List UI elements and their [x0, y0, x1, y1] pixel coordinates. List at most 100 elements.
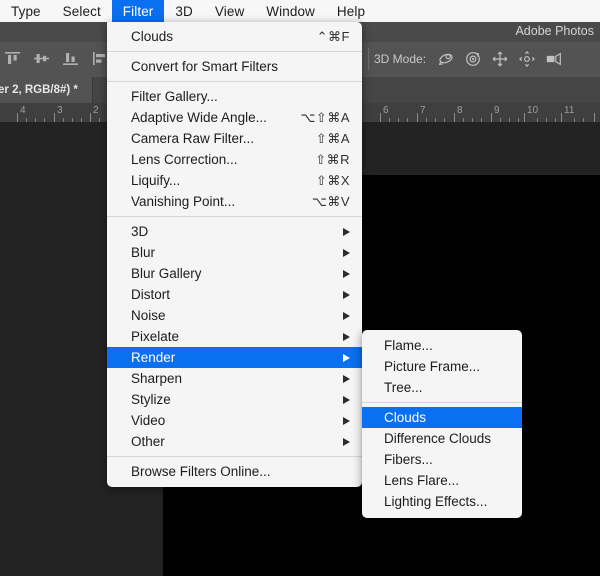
ruler-number: 7 — [420, 105, 426, 116]
menubar-item-filter[interactable]: Filter — [111, 0, 165, 22]
ruler-number: 2 — [93, 105, 99, 116]
menu-item-label: Lighting Effects... — [384, 494, 488, 509]
menubar-item-3d[interactable]: 3D — [164, 0, 203, 22]
chevron-right-icon — [343, 374, 350, 383]
menu-item-shortcut: ⌥⌘V — [311, 193, 350, 209]
menu-item-stylize[interactable]: Stylize — [107, 389, 362, 410]
menu-item-label: Distort — [131, 287, 171, 302]
align-vertical-centers-icon[interactable] — [33, 50, 50, 67]
submenu-item-tree[interactable]: Tree... — [362, 377, 522, 398]
menu-bar: Type Select Filter 3D View Window Help — [0, 0, 600, 22]
distribute-left-edges-icon[interactable] — [91, 50, 108, 67]
menu-item-3d[interactable]: 3D — [107, 221, 362, 242]
menu-item-label: Render — [131, 350, 176, 365]
menubar-item-view[interactable]: View — [204, 0, 255, 22]
slide-3d-icon[interactable] — [518, 50, 536, 68]
menu-item-label: Fibers... — [384, 452, 433, 467]
menu-item-label: Tree... — [384, 380, 423, 395]
menu-item-shortcut: ⌥⇧⌘A — [300, 109, 350, 125]
menubar-item-select[interactable]: Select — [52, 0, 112, 22]
chevron-right-icon — [343, 332, 350, 341]
menu-item-camera-raw-filter[interactable]: Camera Raw Filter... ⇧⌘A — [107, 128, 362, 149]
menu-item-label: Clouds — [131, 29, 174, 44]
menu-item-label: Flame... — [384, 338, 433, 353]
align-top-edges-icon[interactable] — [4, 50, 21, 67]
submenu-item-flame[interactable]: Flame... — [362, 335, 522, 356]
roll-3d-icon[interactable] — [464, 50, 482, 68]
chevron-right-icon — [343, 227, 350, 236]
menu-item-label: Lens Correction... — [131, 152, 238, 167]
menu-item-filter-gallery[interactable]: Filter Gallery... — [107, 86, 362, 107]
ruler-number: 8 — [457, 105, 463, 116]
menu-item-distort[interactable]: Distort — [107, 284, 362, 305]
menu-item-label: Picture Frame... — [384, 359, 481, 374]
menu-item-label: Pixelate — [131, 329, 180, 344]
3d-mode-label: 3D Mode: — [374, 52, 427, 66]
chevron-right-icon — [343, 290, 350, 299]
menu-item-label: Stylize — [131, 392, 171, 407]
menu-item-lens-correction[interactable]: Lens Correction... ⇧⌘R — [107, 149, 362, 170]
menu-separator — [107, 51, 362, 52]
submenu-item-difference-clouds[interactable]: Difference Clouds — [362, 428, 522, 449]
menu-item-noise[interactable]: Noise — [107, 305, 362, 326]
align-bottom-edges-icon[interactable] — [62, 50, 79, 67]
filter-menu-group: Convert for Smart Filters — [107, 56, 362, 77]
document-tab[interactable]: er 2, RGB/8#) * — [0, 77, 93, 103]
chevron-right-icon — [343, 416, 350, 425]
chevron-right-icon — [343, 437, 350, 446]
render-submenu-group: Flame... Picture Frame... Tree... — [362, 335, 522, 398]
menubar-item-type[interactable]: Type — [0, 0, 52, 22]
pan-3d-icon[interactable] — [491, 50, 509, 68]
ruler-number: 10 — [527, 105, 539, 116]
menu-item-other[interactable]: Other — [107, 431, 362, 452]
filter-dropdown-menu: Clouds ⌃⌘F Convert for Smart Filters Fil… — [107, 22, 362, 487]
zoom-camera-3d-icon[interactable] — [545, 50, 563, 68]
menu-item-label: Lens Flare... — [384, 473, 460, 488]
menu-separator — [362, 402, 522, 403]
menu-item-blur[interactable]: Blur — [107, 242, 362, 263]
menu-item-shortcut: ⌃⌘F — [316, 28, 350, 44]
options-divider-right — [368, 48, 369, 70]
menu-item-label: Difference Clouds — [384, 431, 492, 446]
menu-separator — [107, 216, 362, 217]
chevron-right-icon — [343, 311, 350, 320]
submenu-item-clouds[interactable]: Clouds — [362, 407, 522, 428]
menu-item-shortcut: ⇧⌘X — [315, 172, 350, 188]
menu-item-label: Blur — [131, 245, 156, 260]
menu-item-label: Video — [131, 413, 166, 428]
ruler-number: 3 — [57, 105, 63, 116]
menu-item-convert-for-smart-filters[interactable]: Convert for Smart Filters — [107, 56, 362, 77]
submenu-item-lighting-effects[interactable]: Lighting Effects... — [362, 491, 522, 512]
menu-item-sharpen[interactable]: Sharpen — [107, 368, 362, 389]
render-submenu: Flame... Picture Frame... Tree... Clouds… — [362, 330, 522, 518]
menu-item-pixelate[interactable]: Pixelate — [107, 326, 362, 347]
menu-item-liquify[interactable]: Liquify... ⇧⌘X — [107, 170, 362, 191]
ruler-number: 6 — [383, 105, 389, 116]
menubar-item-window[interactable]: Window — [255, 0, 326, 22]
menu-item-video[interactable]: Video — [107, 410, 362, 431]
menubar-item-help[interactable]: Help — [326, 0, 376, 22]
submenu-item-lens-flare[interactable]: Lens Flare... — [362, 470, 522, 491]
menu-item-label: Filter Gallery... — [131, 89, 218, 104]
ruler-number: 4 — [20, 105, 26, 116]
ruler-number: 11 — [564, 105, 575, 116]
menu-item-label: Browse Filters Online... — [131, 464, 271, 479]
menu-item-label: 3D — [131, 224, 149, 239]
menu-item-browse-filters-online[interactable]: Browse Filters Online... — [107, 461, 362, 482]
menu-item-blur-gallery[interactable]: Blur Gallery — [107, 263, 362, 284]
menu-item-shortcut: ⇧⌘R — [315, 151, 350, 167]
menu-item-clouds-repeat[interactable]: Clouds ⌃⌘F — [107, 26, 362, 47]
menu-item-adaptive-wide-angle[interactable]: Adaptive Wide Angle... ⌥⇧⌘A — [107, 107, 362, 128]
orbit-3d-icon[interactable] — [437, 50, 455, 68]
chevron-right-icon — [343, 269, 350, 278]
menu-item-render[interactable]: Render — [107, 347, 362, 368]
menu-item-label: Adaptive Wide Angle... — [131, 110, 267, 125]
menu-separator — [107, 456, 362, 457]
menu-item-vanishing-point[interactable]: Vanishing Point... ⌥⌘V — [107, 191, 362, 212]
filter-menu-group: 3D Blur Blur Gallery Distort Noise Pixel… — [107, 221, 362, 452]
submenu-item-picture-frame[interactable]: Picture Frame... — [362, 356, 522, 377]
menu-separator — [107, 81, 362, 82]
submenu-item-fibers[interactable]: Fibers... — [362, 449, 522, 470]
ruler-number: 9 — [494, 105, 500, 116]
menu-item-label: Other — [131, 434, 165, 449]
